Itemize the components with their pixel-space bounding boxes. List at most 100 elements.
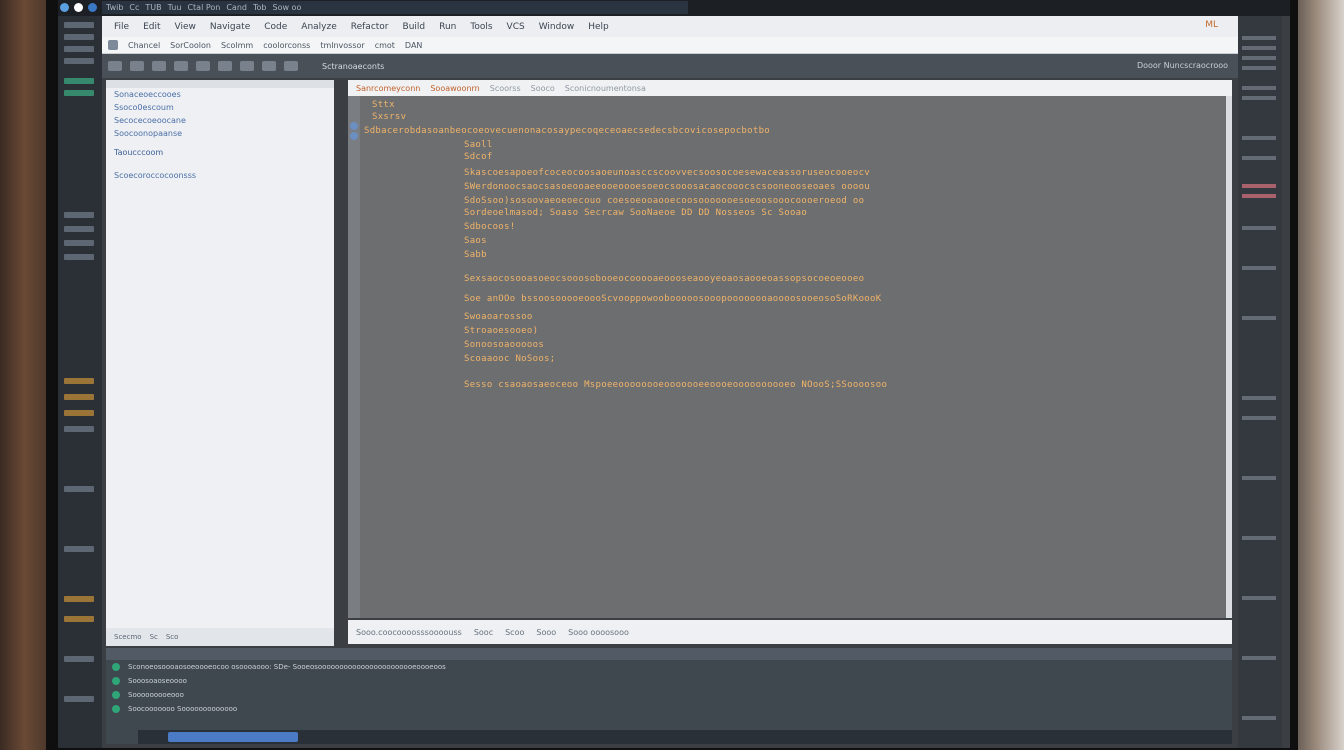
- menu-code[interactable]: Code: [264, 22, 287, 32]
- dock-item[interactable]: [64, 546, 94, 552]
- panel-item[interactable]: [1242, 156, 1276, 160]
- os-tab[interactable]: TUB: [145, 3, 161, 12]
- open-folder-icon[interactable]: [130, 61, 144, 71]
- app-icon[interactable]: [88, 3, 97, 12]
- active-task-button[interactable]: [168, 732, 298, 742]
- dock-item[interactable]: [64, 58, 94, 64]
- menu-help[interactable]: Help: [588, 22, 609, 32]
- dock-item[interactable]: [64, 46, 94, 52]
- panel-item[interactable]: [1242, 656, 1276, 660]
- menu-vcs[interactable]: VCS: [507, 22, 525, 32]
- panel-item[interactable]: [1242, 396, 1276, 400]
- dock-item[interactable]: [64, 212, 94, 218]
- os-tab-strip: Twib Cc TUB Tuu Ctal Pon Cand Tob Sow oo: [102, 1, 688, 14]
- run-icon[interactable]: [240, 61, 254, 71]
- os-tab[interactable]: Cand: [226, 3, 247, 12]
- dock-item[interactable]: [64, 254, 94, 260]
- panel-item[interactable]: [1242, 96, 1276, 100]
- dock-item[interactable]: [64, 378, 94, 384]
- tree-item[interactable]: Soocoonopaanse: [106, 127, 334, 140]
- tree-item[interactable]: Ssoco0escoum: [106, 101, 334, 114]
- editor-scrollbar[interactable]: [1226, 96, 1232, 618]
- panel-item[interactable]: [1242, 316, 1276, 320]
- breakpoint-icon[interactable]: [350, 122, 358, 130]
- panel-item[interactable]: [1242, 36, 1276, 40]
- dock-item[interactable]: [64, 596, 94, 602]
- os-tab[interactable]: Tuu: [168, 3, 182, 12]
- app-icon[interactable]: [60, 3, 69, 12]
- panel-item[interactable]: [1242, 416, 1276, 420]
- explorer-footer-label[interactable]: Sc: [150, 633, 158, 641]
- build-icon[interactable]: [218, 61, 232, 71]
- os-tab[interactable]: Ctal Pon: [187, 3, 220, 12]
- explorer-footer-label[interactable]: Sco: [166, 633, 179, 641]
- panel-item[interactable]: [1242, 86, 1276, 90]
- panel-item[interactable]: [1242, 66, 1276, 70]
- editor-tab[interactable]: Sooco: [531, 84, 555, 93]
- panel-item[interactable]: [1242, 194, 1276, 198]
- undo-icon[interactable]: [174, 61, 188, 71]
- code-editor[interactable]: Sttx Sxsrsv Sdbacerobdasoanbeocoeovecuen…: [360, 96, 1226, 618]
- dock-item[interactable]: [64, 34, 94, 40]
- panel-item[interactable]: [1242, 136, 1276, 140]
- panel-item[interactable]: [1242, 266, 1276, 270]
- tree-item[interactable]: Sonaceoeccooes: [106, 88, 334, 101]
- menu-file[interactable]: File: [114, 22, 129, 32]
- app-icon[interactable]: [74, 3, 83, 12]
- tree-item[interactable]: Taoucccoom: [106, 146, 334, 159]
- panel-item[interactable]: [1242, 56, 1276, 60]
- menu-window[interactable]: Window: [539, 22, 575, 32]
- settings-icon[interactable]: [284, 61, 298, 71]
- redo-icon[interactable]: [196, 61, 210, 71]
- dock-item[interactable]: [64, 656, 94, 662]
- os-tab[interactable]: Sow oo: [272, 3, 301, 12]
- dock-item[interactable]: [64, 394, 94, 400]
- tree-item[interactable]: Secocecoeoocane: [106, 114, 334, 127]
- os-tab[interactable]: Tob: [253, 3, 267, 12]
- status-text: Scoo: [505, 627, 525, 637]
- dock-item[interactable]: [64, 616, 94, 622]
- right-tool-panel: [1238, 16, 1282, 748]
- save-icon[interactable]: [152, 61, 166, 71]
- menu-tools[interactable]: Tools: [470, 22, 492, 32]
- dock-item[interactable]: [64, 226, 94, 232]
- menu-edit[interactable]: Edit: [143, 22, 160, 32]
- panel-item[interactable]: [1242, 46, 1276, 50]
- code-line: SdoSsoo)sosoovaeoeoecouo coesoeooaooecoo…: [464, 196, 865, 206]
- status-text: Sooo: [536, 627, 557, 637]
- tree-item[interactable]: Scoecoroccocoonsss: [106, 169, 334, 182]
- panel-item[interactable]: [1242, 716, 1276, 720]
- breakpoint-icon[interactable]: [350, 132, 358, 140]
- panel-item[interactable]: [1242, 184, 1276, 188]
- dock-item[interactable]: [64, 240, 94, 246]
- editor-tab[interactable]: Sconicnoumentonsa: [565, 84, 646, 93]
- menu-view[interactable]: View: [175, 22, 196, 32]
- panel-item[interactable]: [1242, 536, 1276, 540]
- breadcrumb[interactable]: Sctranoaeconts: [322, 62, 384, 71]
- os-tab[interactable]: Twib: [106, 3, 123, 12]
- menu-analyze[interactable]: Analyze: [301, 22, 336, 32]
- os-tab[interactable]: Cc: [129, 3, 139, 12]
- dock-item[interactable]: [64, 426, 94, 432]
- explorer-footer-label[interactable]: Scecmo: [114, 633, 142, 641]
- code-line: Soe anOOo bssoosooooeoooScvooppowooboooo…: [464, 294, 882, 304]
- toolbar-search-label[interactable]: Dooor Nuncscraocrooo: [1137, 61, 1228, 70]
- editor-tab[interactable]: Sanrcomeyconn: [356, 84, 420, 93]
- dock-item[interactable]: [64, 90, 94, 96]
- dock-item[interactable]: [64, 486, 94, 492]
- menu-navigate[interactable]: Navigate: [210, 22, 250, 32]
- panel-item[interactable]: [1242, 226, 1276, 230]
- new-file-icon[interactable]: [108, 61, 122, 71]
- panel-item[interactable]: [1242, 476, 1276, 480]
- editor-tab[interactable]: Sooawoonrn: [430, 84, 479, 93]
- menu-refactor[interactable]: Refactor: [351, 22, 389, 32]
- dock-item[interactable]: [64, 78, 94, 84]
- debug-icon[interactable]: [262, 61, 276, 71]
- dock-item[interactable]: [64, 696, 94, 702]
- panel-item[interactable]: [1242, 596, 1276, 600]
- menu-run[interactable]: Run: [439, 22, 456, 32]
- dock-item[interactable]: [64, 410, 94, 416]
- dock-item[interactable]: [64, 22, 94, 28]
- menu-build[interactable]: Build: [403, 22, 426, 32]
- editor-tab[interactable]: Scoorss: [490, 84, 521, 93]
